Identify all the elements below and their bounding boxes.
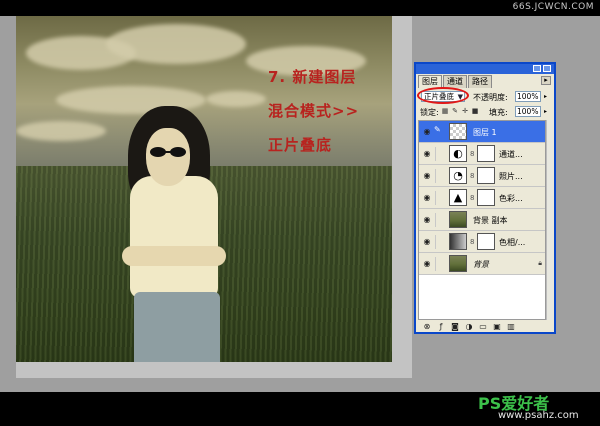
link-layers-icon[interactable]: ⊗ xyxy=(422,322,432,332)
new-group-icon[interactable]: ▭ xyxy=(478,322,488,332)
tab-paths[interactable]: 路径 xyxy=(468,75,492,88)
fill-input[interactable]: 100% xyxy=(515,106,541,117)
lock-move-icon[interactable]: ✛ xyxy=(461,107,469,115)
chain-icon[interactable]: 8 xyxy=(470,194,474,202)
layer-row[interactable]: ◉ ✎ 图层 1 xyxy=(419,121,545,143)
fill-label: 填充: xyxy=(489,108,508,117)
layer-row[interactable]: ◉ 8 色相/... xyxy=(419,231,545,253)
layers-list: ◉ ✎ 图层 1 ◉ ◐ 8 通道... ◉ ◔ 8 照片... ◉ ▲ 8 色… xyxy=(418,120,546,320)
link-slot[interactable] xyxy=(435,213,444,227)
tutorial-blend-text: 混合模式>> xyxy=(268,102,360,120)
minimize-button[interactable] xyxy=(533,65,541,72)
new-layer-icon[interactable]: ▣ xyxy=(492,322,502,332)
layer-name: 背景 xyxy=(473,260,489,269)
chain-icon[interactable]: 8 xyxy=(470,238,474,246)
lock-transparent-icon[interactable]: ▦ xyxy=(441,107,449,115)
link-slot[interactable] xyxy=(435,257,444,271)
layer-thumbnail xyxy=(449,123,467,140)
layer-mask-thumbnail xyxy=(477,167,495,184)
top-watermark: 66S.JCWCN.COM xyxy=(512,2,594,12)
tab-layers[interactable]: 图层 xyxy=(418,75,442,88)
opacity-arrow-icon[interactable]: ▸ xyxy=(542,92,549,101)
eye-icon[interactable]: ◉ xyxy=(422,150,432,158)
cloud xyxy=(106,24,246,64)
layer-name: 图层 1 xyxy=(473,128,497,137)
layer-row[interactable]: ◉ 背景 副本 xyxy=(419,209,545,231)
layer-mask-thumbnail xyxy=(477,189,495,206)
lock-row: 锁定: ▦ ✎ ✛ ■ 填充: 100% ▸ xyxy=(419,105,553,118)
blend-row: 正片叠底 ▼ 不透明度: 100% ▸ xyxy=(417,87,553,104)
panel-bottom-toolbar: ⊗ ƒ ◙ ◑ ▭ ▣ ▥ xyxy=(418,322,552,333)
person-torso xyxy=(130,176,218,298)
add-mask-icon[interactable]: ◙ xyxy=(450,322,460,332)
tab-channels[interactable]: 通道 xyxy=(443,75,467,88)
person-jeans xyxy=(134,292,220,362)
link-slot[interactable] xyxy=(435,191,444,205)
layer-name: 通道... xyxy=(499,150,523,159)
layer-name: 背景 副本 xyxy=(473,216,508,225)
opacity-input[interactable]: 100% xyxy=(515,91,541,102)
layers-panel: 图层 通道 路径 ▸ 正片叠底 ▼ 不透明度: 100% ▸ 锁定: ▦ ✎ ✛… xyxy=(414,62,556,334)
panel-titlebar[interactable] xyxy=(416,64,554,74)
layer-thumbnail xyxy=(449,255,467,272)
brush-icon: ✎ xyxy=(434,125,441,134)
tutorial-step-text: 7. 新建图层 xyxy=(268,68,357,86)
eye-icon[interactable]: ◉ xyxy=(422,216,432,224)
document-shadow-right xyxy=(392,16,412,366)
eye-icon[interactable]: ◉ xyxy=(422,260,432,268)
delete-layer-icon[interactable]: ▥ xyxy=(506,322,516,332)
eye-icon[interactable]: ◉ xyxy=(422,194,432,202)
new-adjustment-icon[interactable]: ◑ xyxy=(464,322,474,332)
panel-tabs: 图层 通道 路径 xyxy=(418,75,493,88)
layer-name: 色相/... xyxy=(499,238,526,247)
layer-row[interactable]: ◉ 背景 🔒︎ xyxy=(419,253,545,275)
layer-mask-thumbnail xyxy=(477,145,495,162)
top-frame: 66S.JCWCN.COM xyxy=(0,0,600,16)
photo-filter-icon: ◔ xyxy=(449,167,467,184)
link-slot[interactable] xyxy=(435,169,444,183)
eye-icon[interactable]: ◉ xyxy=(422,238,432,246)
layer-row[interactable]: ◉ ◐ 8 通道... xyxy=(419,143,545,165)
chain-icon[interactable]: 8 xyxy=(470,150,474,158)
cloud xyxy=(206,91,266,107)
fill-arrow-icon[interactable]: ▸ xyxy=(542,107,549,116)
document-shadow-bottom xyxy=(16,362,412,378)
layer-style-icon[interactable]: ƒ xyxy=(436,322,446,332)
channel-mixer-icon: ◐ xyxy=(449,145,467,162)
layer-row[interactable]: ◉ ◔ 8 照片... xyxy=(419,165,545,187)
sunglasses xyxy=(150,147,186,157)
layers-scrollbar[interactable] xyxy=(546,120,553,320)
eye-icon[interactable]: ◉ xyxy=(422,128,432,136)
hue-saturation-icon xyxy=(449,233,467,250)
link-slot[interactable] xyxy=(435,147,444,161)
layer-name: 色彩... xyxy=(499,194,523,203)
panel-menu-button[interactable]: ▸ xyxy=(541,76,551,85)
opacity-label: 不透明度: xyxy=(473,93,508,102)
layer-name: 照片... xyxy=(499,172,523,181)
tutorial-mode-text: 正片叠底 xyxy=(268,136,333,154)
layer-thumbnail xyxy=(449,211,467,228)
lock-label: 锁定: xyxy=(420,108,439,117)
chain-icon[interactable]: 8 xyxy=(470,172,474,180)
lock-brush-icon[interactable]: ✎ xyxy=(451,107,459,115)
lock-all-icon[interactable]: ■ xyxy=(471,107,479,115)
link-slot[interactable] xyxy=(435,235,444,249)
layer-row[interactable]: ◉ ▲ 8 色彩... xyxy=(419,187,545,209)
lock-icon: 🔒︎ xyxy=(538,259,542,267)
cloud xyxy=(16,121,106,141)
brand-url: www.psahz.com xyxy=(498,410,579,421)
color-balance-icon: ▲ xyxy=(449,189,467,206)
document-canvas[interactable]: 7. 新建图层 混合模式>> 正片叠底 xyxy=(16,16,392,362)
close-button[interactable] xyxy=(543,65,551,72)
eye-icon[interactable]: ◉ xyxy=(422,172,432,180)
layer-mask-thumbnail xyxy=(477,233,495,250)
person-arm xyxy=(122,246,226,266)
highlight-ellipse xyxy=(417,87,469,104)
